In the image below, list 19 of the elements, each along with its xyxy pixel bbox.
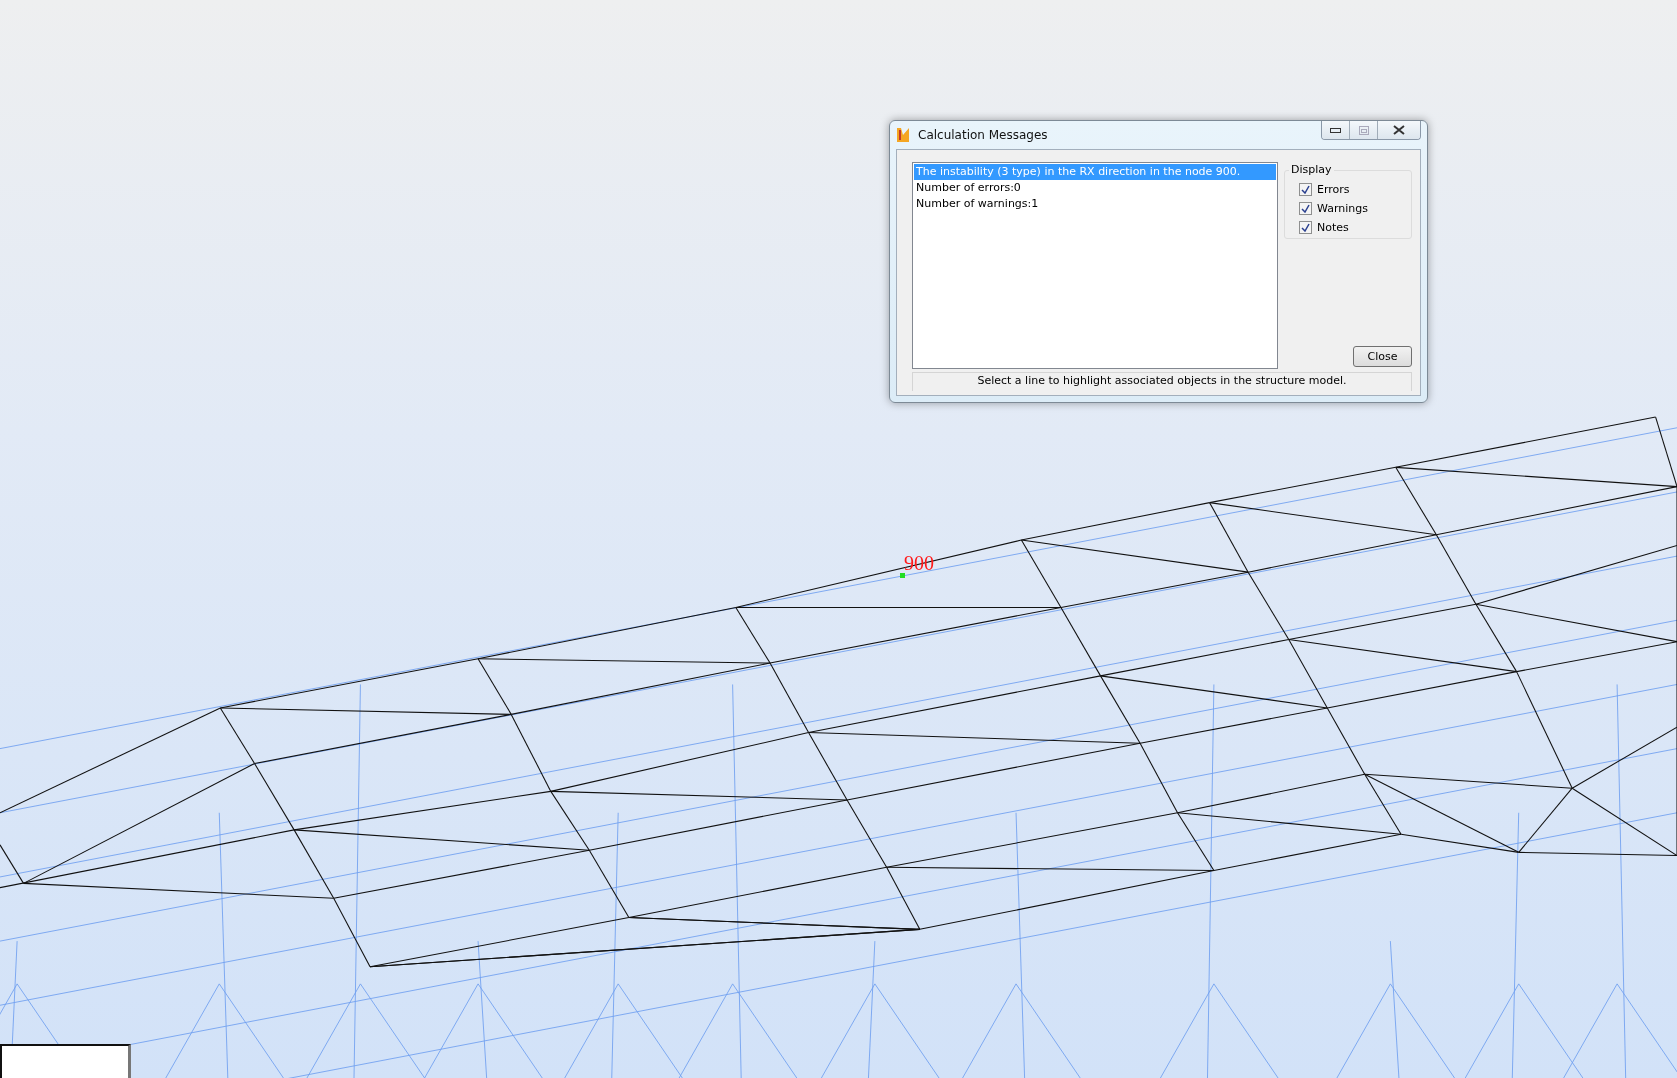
- status-bar: Select a line to highlight associated objects in the structure model.: [912, 372, 1412, 391]
- checkbox-label: Notes: [1317, 221, 1349, 234]
- node-marker-icon: [900, 573, 905, 578]
- minimize-icon: [1330, 127, 1341, 133]
- app-logo-icon: [896, 127, 910, 143]
- close-icon: [1393, 125, 1405, 135]
- checkbox[interactable]: [1299, 221, 1312, 234]
- checkbox-label: Warnings: [1317, 202, 1368, 215]
- checkbox-label: Errors: [1317, 183, 1350, 196]
- close-button[interactable]: Close: [1353, 346, 1412, 367]
- message-item[interactable]: Number of warnings:1: [914, 196, 1276, 212]
- checkbox[interactable]: [1299, 202, 1312, 215]
- close-window-button[interactable]: [1378, 121, 1420, 139]
- maximize-icon: [1358, 125, 1369, 135]
- message-item[interactable]: Number of errors:0: [914, 180, 1276, 196]
- minimize-button[interactable]: [1322, 121, 1350, 139]
- checkbox[interactable]: [1299, 183, 1312, 196]
- window-title: Calculation Messages: [918, 128, 1049, 142]
- group-label: Display: [1289, 163, 1334, 176]
